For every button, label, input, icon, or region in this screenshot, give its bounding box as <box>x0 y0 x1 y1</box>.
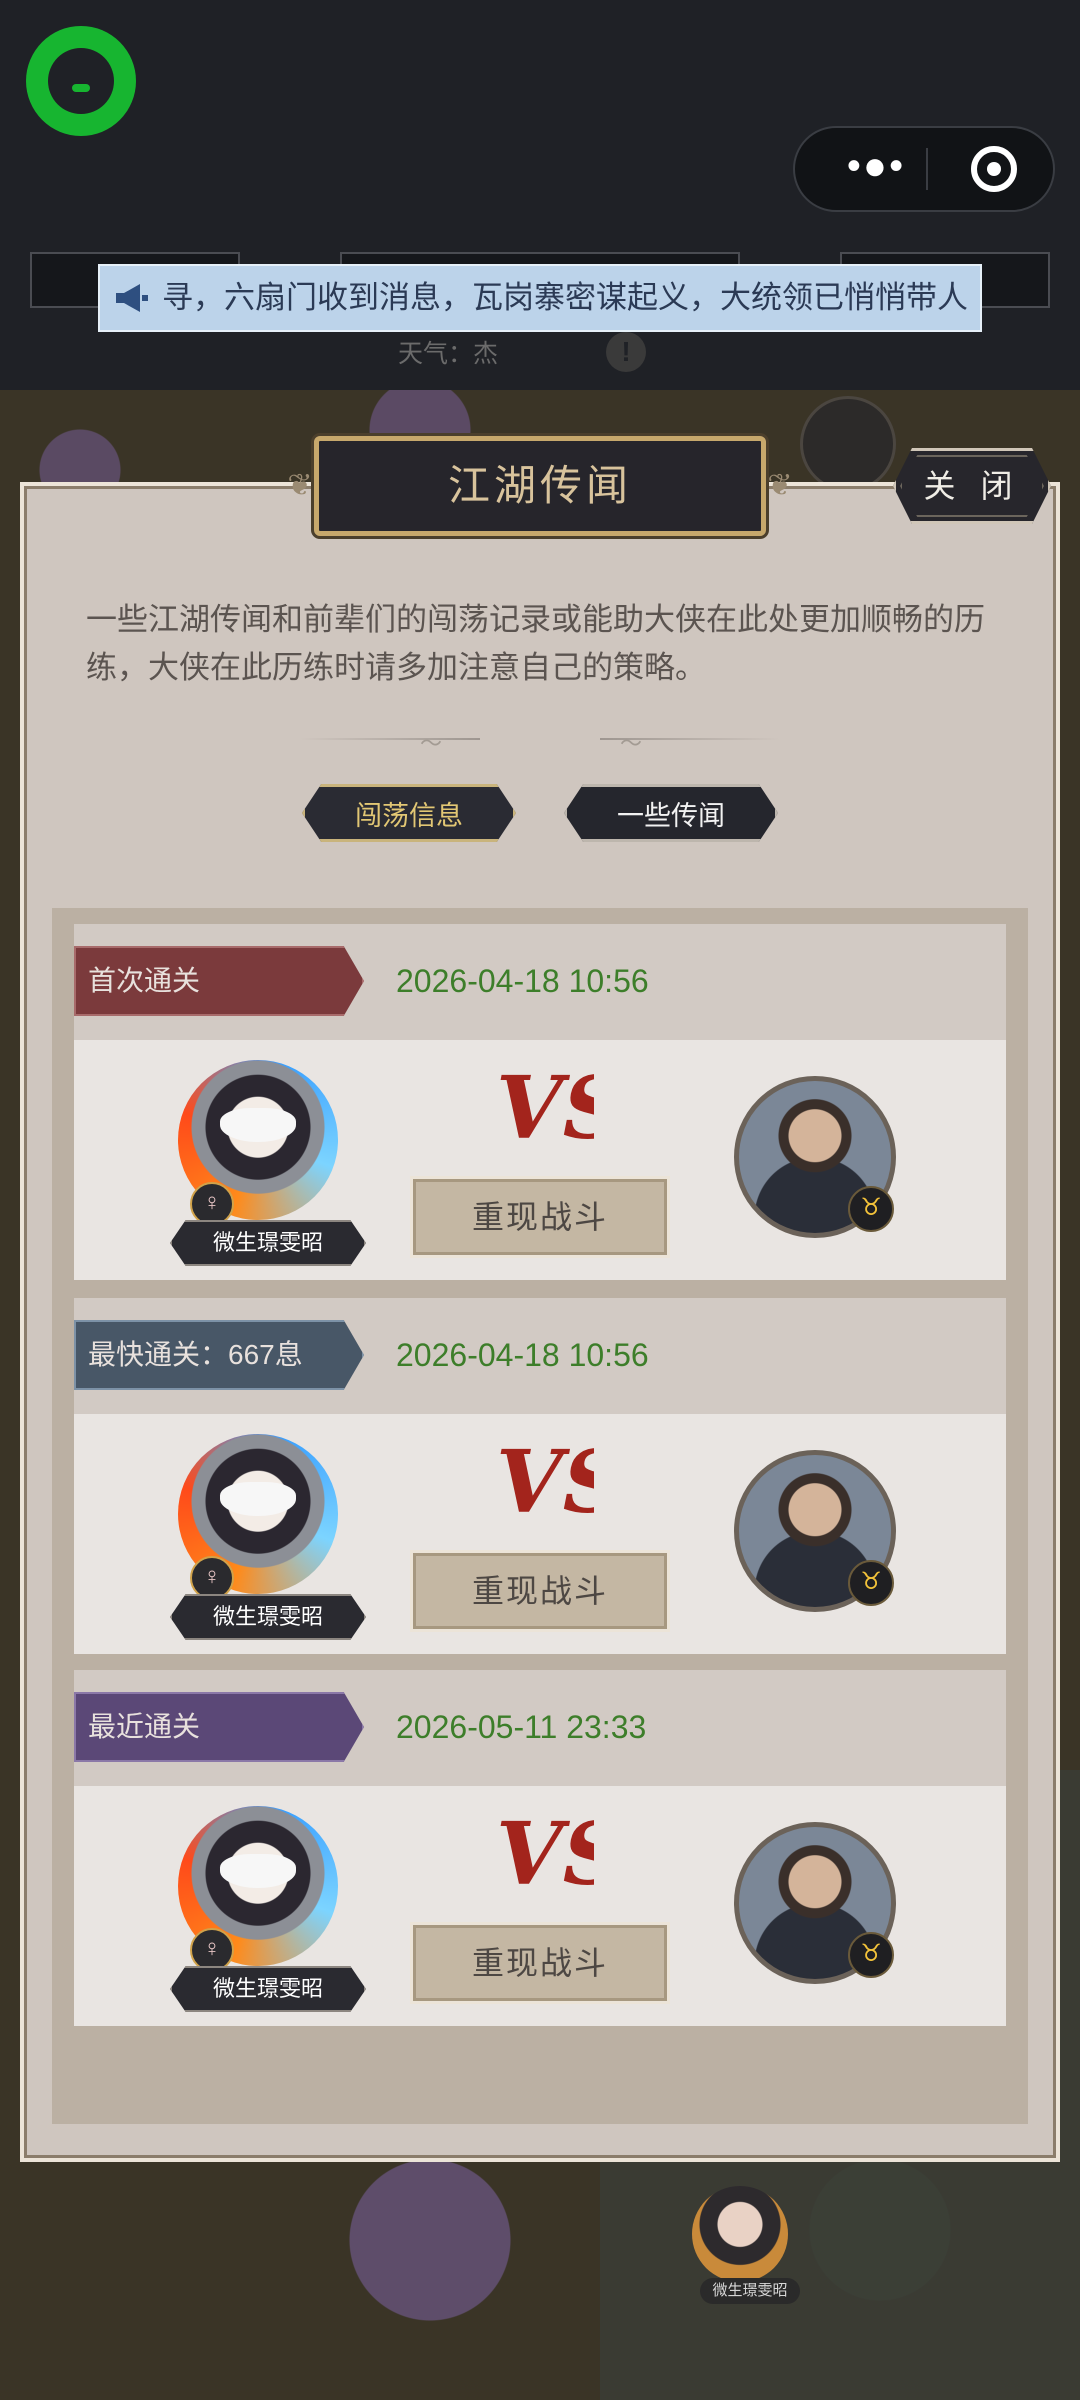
warning-icon[interactable]: ! <box>606 332 646 372</box>
record-header: 最快通关：667息 2026-04-18 10:56 <box>74 1298 1006 1414</box>
weather-label: 天气：杰 <box>398 334 498 374</box>
panel-description: 一些江湖传闻和前辈们的闯荡记录或能助大侠在此处更加顺畅的历练，大侠在此历练时请多… <box>86 602 985 685</box>
record-body: ♀ 微生璟雯昭 VS 重现战斗 ♉ <box>74 1414 1006 1654</box>
ox-emblem-icon: ♉ <box>848 1186 894 1232</box>
tab-rumors[interactable]: 一些传闻 <box>564 784 778 842</box>
svg-text:VS: VS <box>496 1058 594 1159</box>
record-header: 首次通关 2026-04-18 10:56 <box>74 924 1006 1040</box>
female-gender-icon: ♀ <box>190 1556 234 1600</box>
divider-ornament-right-icon: ～ <box>620 731 643 756</box>
ticker-text: 寻，六扇门收到消息，瓦岗寨密谋起义，大统领已悄悄带人 <box>162 280 968 315</box>
vs-icon: VS <box>496 1804 594 1905</box>
record-badge: 最近通关 <box>74 1692 364 1762</box>
mini-program-capsule: •●• <box>793 126 1055 212</box>
record-date: 2026-04-18 10:56 <box>396 1337 649 1373</box>
replay-battle-button[interactable]: 重现战斗 <box>410 1550 670 1632</box>
record-date: 2026-05-11 23:33 <box>396 1709 647 1745</box>
replay-battle-button[interactable]: 重现战斗 <box>410 1176 670 1258</box>
title-ornament-left-icon: ❦ <box>287 469 313 502</box>
female-gender-icon: ♀ <box>190 1928 234 1972</box>
target-circle-icon[interactable] <box>971 146 1017 192</box>
divider-ornament-left-icon: ～ <box>420 731 443 756</box>
weather-value: 杰 <box>473 340 499 368</box>
replay-battle-button[interactable]: 重现战斗 <box>410 1922 670 2004</box>
record-header: 最近通关 2026-05-11 23:33 <box>74 1670 1006 1786</box>
news-ticker[interactable]: 寻，六扇门收到消息，瓦岗寨密谋起义，大统领已悄悄带人 <box>98 264 982 332</box>
scene-player-avatar[interactable] <box>692 2186 788 2282</box>
ox-emblem-icon: ♉ <box>848 1560 894 1606</box>
scene-npc-portrait[interactable] <box>800 396 896 492</box>
vs-icon: VS <box>496 1058 594 1159</box>
vs-icon: VS <box>496 1432 594 1533</box>
divider-left <box>300 738 480 740</box>
hero-name-plate: 微生璟雯昭 <box>170 1594 366 1640</box>
svg-text:VS: VS <box>496 1804 594 1905</box>
weather-label-text: 天气： <box>398 340 474 368</box>
tab-adventure-info[interactable]: 闯荡信息 <box>302 784 516 842</box>
hero-name-plate: 微生璟雯昭 <box>170 1220 366 1266</box>
record-body: ♀ 微生璟雯昭 VS 重现战斗 ♉ <box>74 1040 1006 1280</box>
record-badge: 最快通关：667息 <box>74 1320 364 1390</box>
divider-right <box>600 738 780 740</box>
record-body: ♀ 微生璟雯昭 VS 重现战斗 ♉ <box>74 1786 1006 2026</box>
title-ornament-right-icon: ❦ <box>767 469 793 502</box>
megaphone-icon <box>116 284 148 312</box>
record-date: 2026-04-18 10:56 <box>396 963 649 999</box>
top-bar: •●• 寻，六扇门收到消息，瓦岗寨密谋起义，大统领已悄悄带人 天气：杰 ! <box>0 0 1080 390</box>
record-card-recent-clear: 最近通关 2026-05-11 23:33 ♀ 微生璟雯昭 VS 重现战斗 ♉ <box>74 1670 1006 2026</box>
close-button[interactable]: 关 闭 <box>893 448 1051 524</box>
record-card-fastest-clear: 最快通关：667息 2026-04-18 10:56 ♀ 微生璟雯昭 VS 重现… <box>74 1298 1006 1654</box>
record-card-first-clear: 首次通关 2026-04-18 10:56 ♀ 微生璟雯昭 VS 重现战斗 ♉ <box>74 924 1006 1280</box>
more-dots-icon[interactable]: •●• <box>831 128 921 210</box>
record-badge: 首次通关 <box>74 946 364 1016</box>
svg-text:VS: VS <box>496 1432 594 1533</box>
hero-name-plate: 微生璟雯昭 <box>170 1966 366 2012</box>
female-gender-icon: ♀ <box>190 1182 234 1226</box>
scene-player-name: 微生璟雯昭 <box>700 2278 800 2304</box>
panel-title: 江湖传闻 <box>447 462 632 509</box>
app-logo-icon[interactable] <box>26 26 136 136</box>
capsule-divider <box>926 148 928 190</box>
panel-title-plate: 江湖传闻 <box>314 436 766 536</box>
ox-emblem-icon: ♉ <box>848 1932 894 1978</box>
